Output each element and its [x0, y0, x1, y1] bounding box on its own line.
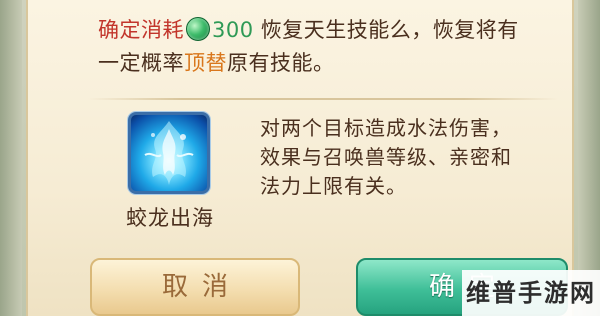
prompt-line2-prefix: 一定概率	[98, 51, 184, 75]
green-jade-icon	[186, 17, 210, 41]
prompt-line1-prefix: 确定消耗	[98, 18, 184, 42]
skill-description-line: 法力上限有关。	[260, 174, 407, 198]
confirm-prompt: 确定消耗 300 恢复天生技能么，恢复将有 一定概率顶替原有技能。	[98, 14, 568, 80]
prompt-highlight: 顶替	[184, 51, 227, 75]
cost-amount: 300	[212, 18, 254, 42]
divider	[88, 98, 558, 100]
prompt-line2-suffix: 原有技能。	[227, 51, 335, 75]
water-dragon-skill-icon[interactable]	[128, 112, 210, 194]
skill-description-line: 对两个目标造成水法伤害，	[260, 116, 512, 140]
site-watermark: 维普手游网	[462, 270, 600, 316]
skill-description: 对两个目标造成水法伤害， 效果与召唤兽等级、亲密和 法力上限有关。	[260, 114, 560, 201]
frame-edge-right	[578, 0, 600, 316]
prompt-line1-suffix: 恢复天生技能么，恢复将有	[260, 18, 519, 42]
skill-description-line: 效果与召唤兽等级、亲密和	[260, 145, 512, 169]
restore-skill-dialog: 确定消耗 300 恢复天生技能么，恢复将有 一定概率顶替原有技能。 蛟龙出海 对两…	[26, 0, 574, 316]
frame-edge-left	[0, 0, 22, 316]
skill-name: 蛟龙出海	[126, 206, 214, 230]
cancel-button[interactable]: 取消	[90, 258, 300, 316]
